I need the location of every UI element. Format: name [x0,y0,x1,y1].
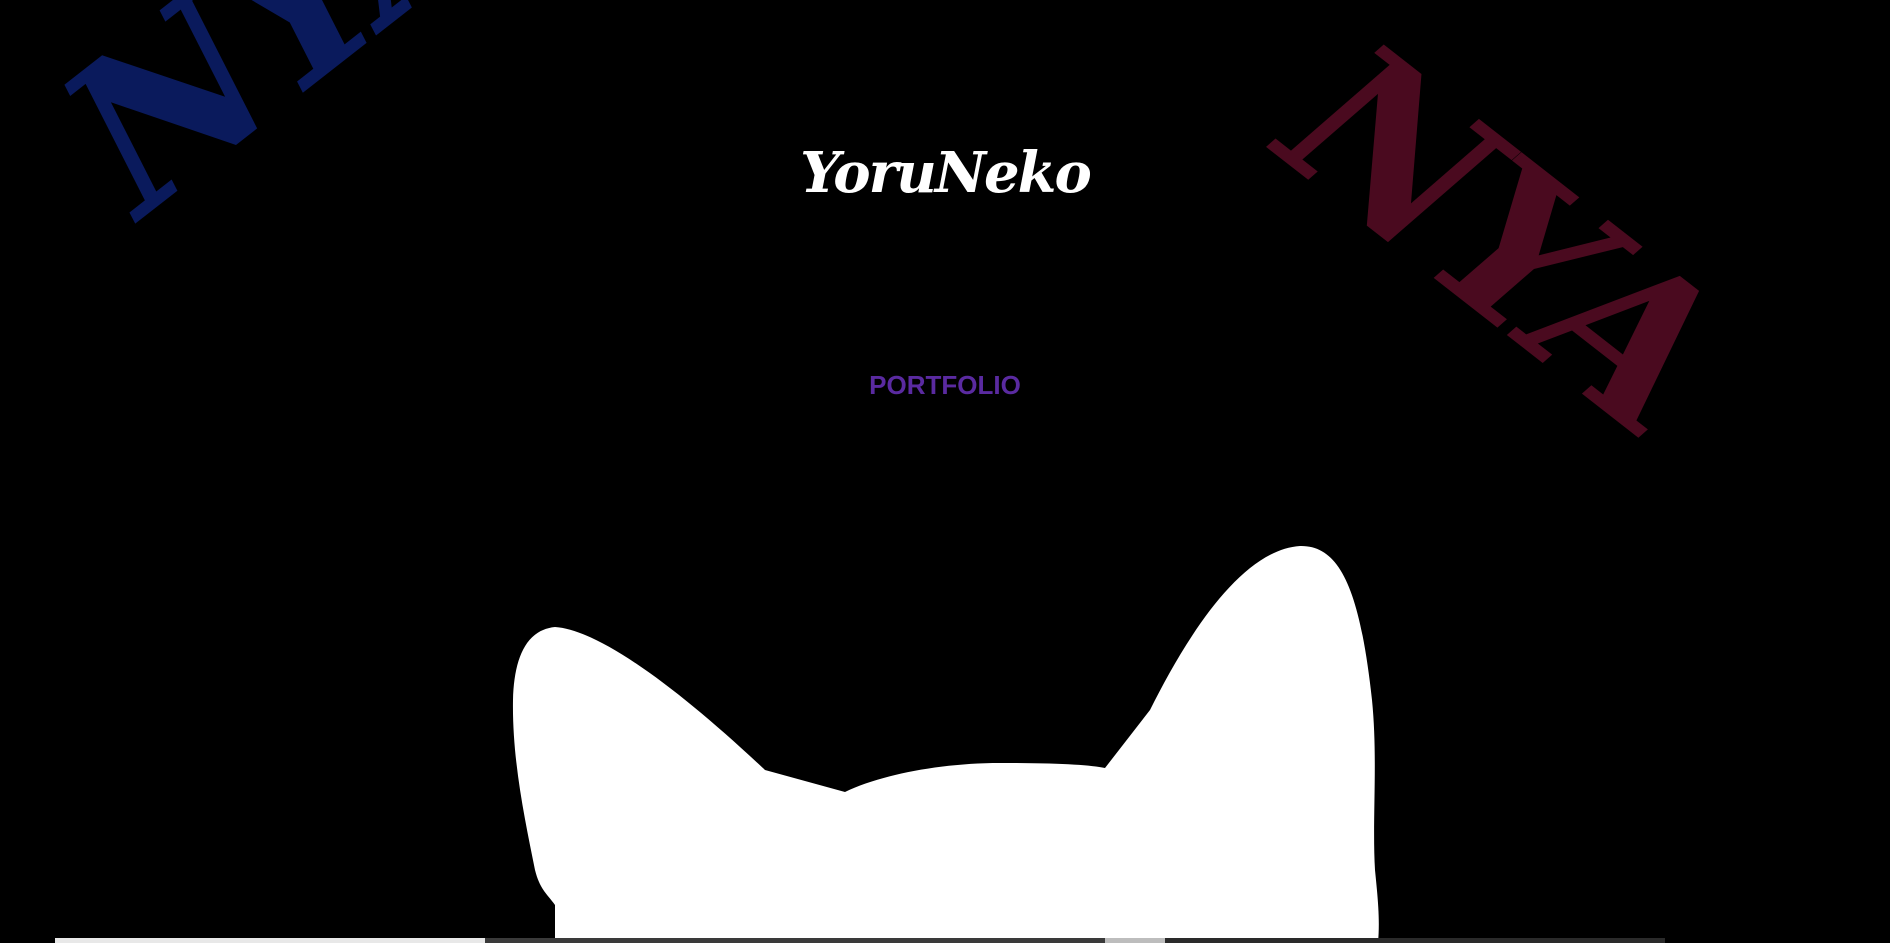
cat-silhouette-icon [512,545,1379,943]
landing-page: NYA NYA YoruNeko PORTFOLIO [0,0,1890,943]
bottom-scroll-hint [0,938,1890,943]
